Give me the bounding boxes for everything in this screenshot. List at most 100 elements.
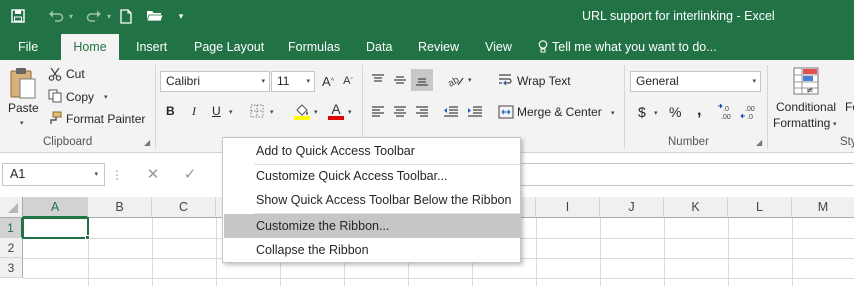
menu-item-collapse-ribbon[interactable]: Collapse the Ribbon [224,238,520,262]
conditional-formatting-icon[interactable]: ≠ [792,66,820,96]
fill-color-dropdown-icon[interactable]: ▾ [314,108,318,116]
customize-qat-icon[interactable]: ▾ [175,6,187,26]
decrease-font-icon[interactable]: Aˇ [340,72,356,90]
clipboard-launcher-icon[interactable]: ◢ [144,138,150,147]
menu-item-customize-ribbon[interactable]: Customize the Ribbon... [224,214,520,238]
svg-text:≠: ≠ [806,86,814,95]
number-format-select[interactable]: General ▾ [630,71,761,92]
chevron-down-icon: ▾ [94,171,98,178]
font-color-letter: A [331,101,341,117]
copy-dropdown-icon[interactable]: ▾ [104,93,108,101]
comma-button[interactable]: , [697,102,701,120]
undo-dropdown-icon[interactable]: ▾ [66,6,76,26]
font-color-dropdown-icon[interactable]: ▾ [348,108,352,116]
conditional-formatting-dropdown-icon[interactable]: ▾ [833,120,837,128]
italic-button[interactable]: I [192,104,196,119]
tab-insert[interactable]: Insert [136,34,167,60]
merge-center-button[interactable]: Merge & Center [517,105,602,119]
increase-indent-icon[interactable] [466,104,484,120]
font-color-icon[interactable]: A [327,101,345,121]
conditional-formatting-label-1[interactable]: Conditional [776,100,836,114]
increase-decimal-icon[interactable]: .0.00 [717,103,737,121]
wrap-text-icon[interactable] [497,72,515,88]
cancel-icon[interactable]: ✕ [145,166,161,183]
paste-dropdown-icon[interactable]: ▾ [20,119,24,127]
format-painter-button[interactable]: Format Painter [66,112,145,126]
new-file-icon[interactable] [117,6,135,26]
undo-icon[interactable] [46,6,66,26]
row-header[interactable]: 3 [0,258,23,278]
tell-me-box[interactable]: Tell me what you want to do... [538,34,717,60]
splitter-dots-icon[interactable]: ⋮ [111,167,123,183]
row-header[interactable]: 2 [0,238,23,258]
middle-align-icon[interactable] [391,72,409,88]
row-header[interactable]: 1 [0,218,23,238]
tab-file[interactable]: File [18,34,38,60]
redo-icon[interactable] [84,6,104,26]
orientation-dropdown-icon[interactable]: ▾ [468,76,472,84]
gridline [23,278,854,279]
copy-button[interactable]: Copy [66,90,94,104]
column-header[interactable]: A [23,197,88,218]
cut-button[interactable]: Cut [66,67,85,81]
tab-view[interactable]: View [485,34,512,60]
decrease-decimal-icon[interactable]: .00.0 [740,103,760,121]
column-header[interactable]: K [664,197,728,218]
column-header[interactable]: C [152,197,216,218]
align-center-icon[interactable] [391,104,409,120]
align-left-icon[interactable] [369,104,387,120]
column-header[interactable]: B [88,197,152,218]
menu-item-show-qat-below[interactable]: Show Quick Access Toolbar Below the Ribb… [224,188,520,212]
format-painter-icon[interactable] [47,110,63,126]
borders-icon[interactable] [249,103,265,119]
font-family-select[interactable]: Calibri ▾ [160,71,270,92]
scissors-icon[interactable] [47,66,63,82]
borders-dropdown-icon[interactable]: ▾ [270,108,274,116]
orientation-icon[interactable]: ab [446,71,466,89]
format-as-table-label[interactable]: Fo [845,100,854,114]
column-header[interactable]: I [536,197,600,218]
column-header[interactable]: J [600,197,664,218]
increase-font-icon[interactable]: A ^ [320,72,336,90]
currency-button[interactable]: $ [638,104,646,120]
redo-dropdown-icon[interactable]: ▾ [104,6,114,26]
fill-color-icon[interactable] [293,102,311,120]
name-box[interactable]: A1 ▾ [2,163,105,186]
gridline [152,218,153,286]
tab-formulas[interactable]: Formulas [288,34,340,60]
underline-dropdown-icon[interactable]: ▾ [229,108,233,116]
column-header[interactable]: L [728,197,792,218]
align-right-icon[interactable] [413,104,431,120]
open-folder-icon[interactable] [145,6,165,26]
decrease-indent-icon[interactable] [442,104,460,120]
tab-data[interactable]: Data [366,34,392,60]
conditional-formatting-label-2[interactable]: Formatting [773,116,830,130]
active-cell[interactable] [22,217,89,239]
formula-input[interactable] [520,163,854,186]
merge-center-dropdown-icon[interactable]: ▾ [611,109,615,117]
menu-item-add-to-qat[interactable]: Add to Quick Access Toolbar [224,139,520,163]
tab-home[interactable]: Home [61,34,119,60]
percent-button[interactable]: % [669,104,681,120]
column-header[interactable]: M [792,197,854,218]
underline-button[interactable]: U [212,104,221,118]
gridline [216,218,217,286]
font-size-select[interactable]: 11 ▾ [271,71,315,92]
number-launcher-icon[interactable]: ◢ [756,138,762,147]
bold-button[interactable]: B [166,104,175,118]
paste-label[interactable]: Paste [8,101,39,115]
currency-dropdown-icon[interactable]: ▾ [654,109,658,117]
save-icon[interactable] [8,6,28,26]
copy-icon[interactable] [47,88,63,104]
merge-center-icon[interactable] [497,104,515,120]
enter-icon[interactable]: ✓ [182,166,198,183]
menu-item-customize-qat[interactable]: Customize Quick Access Toolbar... [224,164,520,188]
tab-page-layout[interactable]: Page Layout [194,34,264,60]
paste-icon[interactable] [8,66,38,102]
select-all-button[interactable] [0,197,23,218]
bottom-align-icon[interactable] [411,69,433,91]
fill-handle[interactable] [85,235,90,240]
wrap-text-button[interactable]: Wrap Text [517,74,571,88]
top-align-icon[interactable] [369,72,387,88]
tab-review[interactable]: Review [418,34,459,60]
